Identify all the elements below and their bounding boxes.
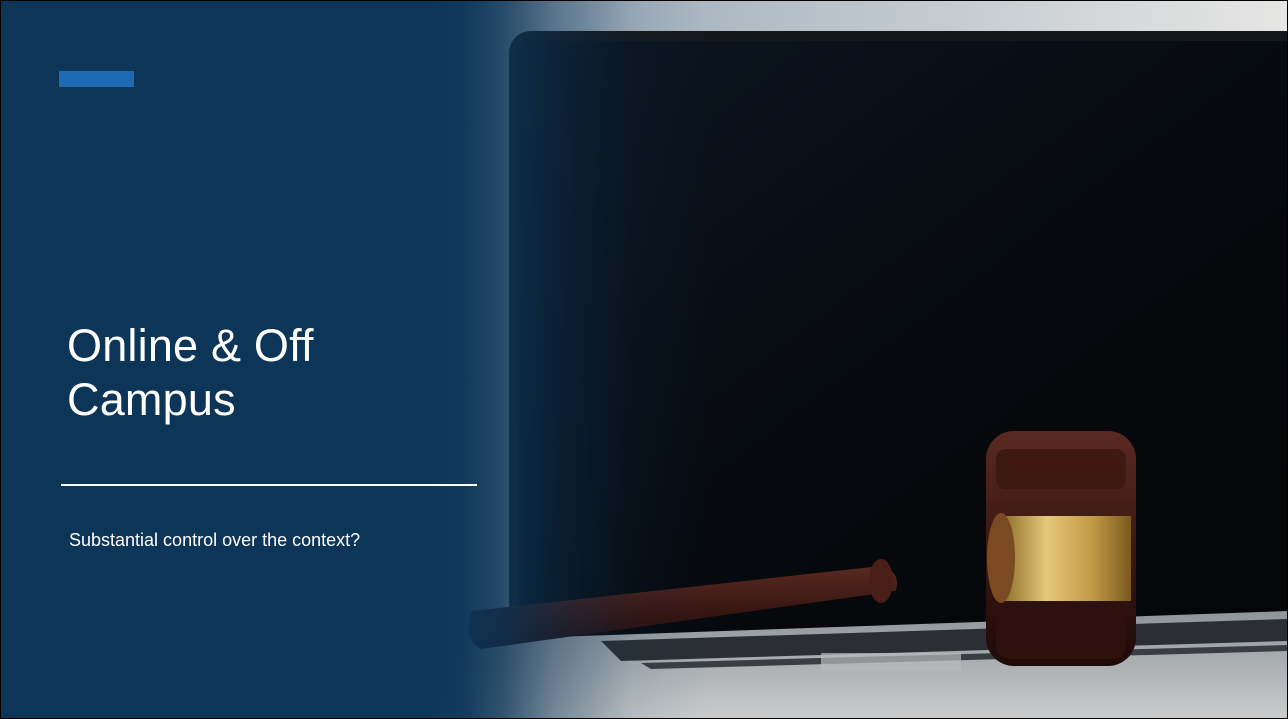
accent-bar <box>59 71 134 87</box>
slide-title: Online & Off Campus <box>67 319 487 427</box>
slide: Online & Off Campus Substantial control … <box>0 0 1288 719</box>
title-divider <box>61 484 477 486</box>
slide-subtitle: Substantial control over the context? <box>69 530 361 550</box>
title-line-2: Campus <box>67 374 236 425</box>
title-line-1: Online & Off <box>67 320 314 371</box>
